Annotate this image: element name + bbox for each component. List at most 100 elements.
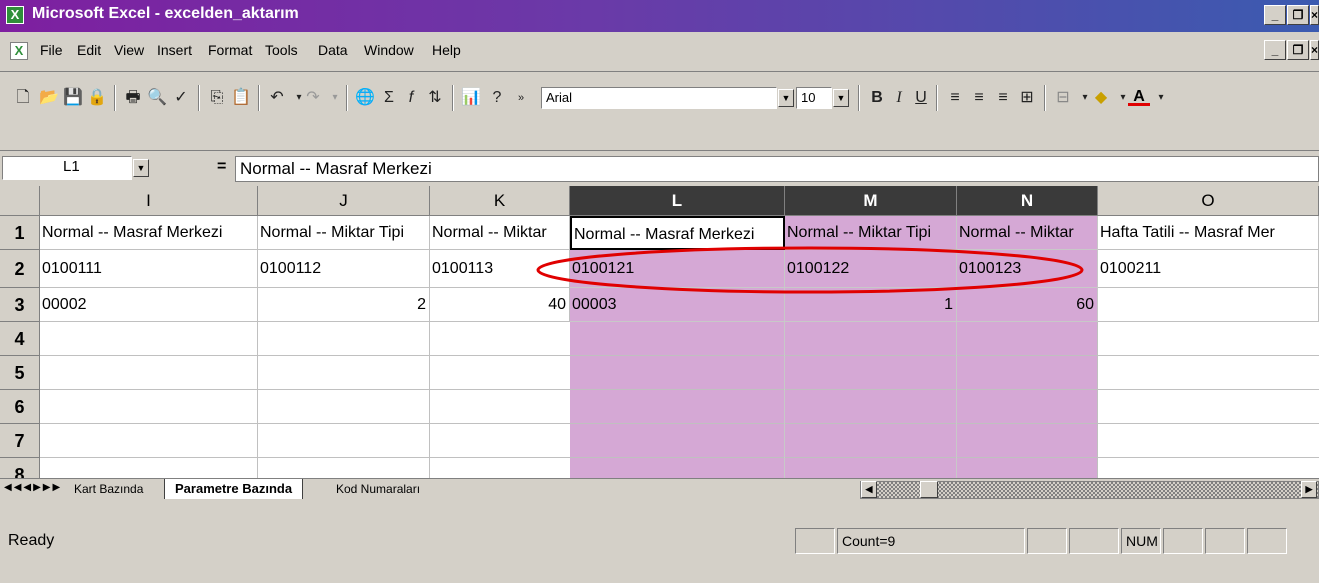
menu-view[interactable]: View	[114, 42, 144, 58]
fill-color-icon[interactable]: ◆	[1090, 87, 1112, 109]
cell-o3[interactable]	[1098, 288, 1319, 322]
scroll-left-icon[interactable]: ◀	[861, 481, 877, 498]
cell-i2[interactable]: 0100111	[40, 250, 258, 288]
print-preview-icon[interactable]: 🔍	[146, 87, 168, 109]
formula-bar: L1 ▼ = Normal -- Masraf Merkezi	[0, 152, 1319, 186]
column-header-j[interactable]: J	[258, 186, 430, 216]
cell-i3[interactable]: 00002	[40, 288, 258, 322]
doc-restore-button[interactable]: ❐	[1287, 40, 1309, 60]
tab-kart-bazinda[interactable]: Kart Bazında	[64, 479, 153, 499]
permission-icon[interactable]: 🔒	[86, 87, 108, 109]
row-header-8[interactable]: 8	[0, 458, 40, 478]
row-header-5[interactable]: 5	[0, 356, 40, 390]
menu-data[interactable]: Data	[318, 42, 348, 58]
restore-button[interactable]: ❐	[1287, 5, 1309, 25]
column-header-m[interactable]: M	[785, 186, 957, 216]
status-ready: Ready	[8, 532, 55, 549]
column-header-i[interactable]: I	[40, 186, 258, 216]
menu-edit[interactable]: Edit	[77, 42, 101, 58]
column-header-n[interactable]: N	[957, 186, 1098, 216]
minimize-button[interactable]: _	[1264, 5, 1286, 25]
doc-close-button[interactable]: ×	[1310, 40, 1319, 60]
menu-format[interactable]: Format	[208, 42, 252, 58]
autosum-icon[interactable]: Σ	[378, 87, 400, 109]
scroll-thumb[interactable]	[920, 481, 938, 498]
align-left-icon[interactable]: ≡	[944, 87, 966, 109]
title-bar: X Microsoft Excel - excelden_aktarım _ ❐…	[0, 0, 1319, 32]
tab-scroll-icons[interactable]: ◀◀◀▶▶▶	[4, 482, 62, 493]
row-header-4[interactable]: 4	[0, 322, 40, 356]
redo-dropdown-icon[interactable]: ▾	[324, 87, 346, 109]
print-icon[interactable]: 🖶	[122, 87, 144, 109]
cell-i1[interactable]: Normal -- Masraf Merkezi	[40, 216, 258, 250]
open-icon[interactable]: 📂	[38, 87, 60, 109]
status-num: NUM	[1121, 528, 1161, 554]
gridline	[257, 322, 258, 478]
italic-icon[interactable]: I	[888, 87, 910, 109]
column-header-l[interactable]: L	[570, 186, 785, 216]
chart-wizard-icon[interactable]: 📊	[460, 87, 482, 109]
font-color-dropdown-icon[interactable]: ▾	[1150, 87, 1172, 109]
toolbar-separator	[858, 85, 860, 111]
underline-icon[interactable]: U	[910, 87, 932, 109]
cell-o2[interactable]: 0100211	[1098, 250, 1319, 288]
align-right-icon[interactable]: ≡	[992, 87, 1014, 109]
equals-sign: =	[217, 158, 227, 175]
help-icon[interactable]: ?	[486, 87, 508, 109]
sort-ascending-icon[interactable]: ⇅	[424, 87, 446, 109]
column-header-k[interactable]: K	[430, 186, 570, 216]
paste-icon[interactable]: 📋	[230, 87, 252, 109]
undo-icon[interactable]: ↶	[266, 87, 288, 109]
new-icon[interactable]: 🗋	[12, 87, 34, 109]
font-size-box[interactable]: 10	[796, 87, 832, 109]
spelling-icon[interactable]: ✓	[170, 87, 192, 109]
menu-insert[interactable]: Insert	[157, 42, 192, 58]
sheet-tab-bar: ◀◀◀▶▶▶ Kart Bazında Parametre Bazında Ko…	[0, 478, 1319, 500]
merge-center-icon[interactable]: ⊞	[1016, 87, 1038, 109]
font-color-icon[interactable]: A	[1128, 87, 1150, 106]
workbook-icon[interactable]: X	[10, 42, 28, 60]
excel-icon[interactable]: X	[6, 6, 24, 24]
doc-minimize-button[interactable]: _	[1264, 40, 1286, 60]
bold-icon[interactable]: B	[866, 87, 888, 109]
row-header-6[interactable]: 6	[0, 390, 40, 424]
status-count: Count=9	[837, 528, 1025, 554]
cell-j2[interactable]: 0100112	[258, 250, 430, 288]
row-header-1[interactable]: 1	[0, 216, 40, 250]
copy-icon[interactable]: ⎘	[206, 87, 228, 109]
row-header-2[interactable]: 2	[0, 250, 40, 288]
menu-bar: X File Edit View Insert Format Tools Dat…	[0, 32, 1319, 72]
worksheet-grid: I J K L M N O 1 2 3 4 5 6 7 8 Normal -- …	[0, 186, 1319, 478]
cell-o1[interactable]: Hafta Tatili -- Masraf Mer	[1098, 216, 1319, 250]
borders-icon[interactable]: ⊟	[1052, 87, 1074, 109]
menu-tools[interactable]: Tools	[265, 42, 298, 58]
empty-rows[interactable]	[40, 322, 1319, 478]
menu-help[interactable]: Help	[432, 42, 461, 58]
name-box[interactable]: L1	[2, 156, 132, 180]
redo-icon[interactable]: ↷	[302, 87, 324, 109]
align-center-icon[interactable]: ≡	[968, 87, 990, 109]
row-header-7[interactable]: 7	[0, 424, 40, 458]
more-buttons-icon[interactable]: »	[510, 87, 532, 109]
function-icon[interactable]: f	[400, 87, 422, 109]
menu-window[interactable]: Window	[364, 42, 414, 58]
toolbar: 🗋 📂 💾 🔒 🖶 🔍 ✓ ⎘ 📋 ↶ ▾ ↷ ▾ 🌐 Σ f ⇅ 📊 ? » …	[0, 73, 1319, 151]
hyperlink-icon[interactable]: 🌐	[354, 87, 376, 109]
menu-file[interactable]: File	[40, 42, 63, 58]
row-header-3[interactable]: 3	[0, 288, 40, 322]
tab-kod-numaralari[interactable]: Kod Numaraları	[326, 479, 430, 499]
close-button[interactable]: ×	[1310, 5, 1319, 25]
scroll-right-icon[interactable]: ▶	[1301, 481, 1317, 498]
font-name-box[interactable]: Arial	[541, 87, 777, 109]
tab-parametre-bazinda[interactable]: Parametre Bazında	[164, 479, 304, 499]
cell-j3[interactable]: 2	[258, 288, 430, 322]
font-dropdown-icon[interactable]: ▼	[778, 89, 794, 107]
formula-input[interactable]: Normal -- Masraf Merkezi	[235, 156, 1319, 182]
save-icon[interactable]: 💾	[62, 87, 84, 109]
select-all-button[interactable]	[0, 186, 40, 216]
cell-j1[interactable]: Normal -- Miktar Tipi	[258, 216, 430, 250]
status-panel	[1069, 528, 1119, 554]
column-header-o[interactable]: O	[1098, 186, 1319, 216]
name-box-dropdown-icon[interactable]: ▼	[133, 159, 149, 177]
size-dropdown-icon[interactable]: ▼	[833, 89, 849, 107]
